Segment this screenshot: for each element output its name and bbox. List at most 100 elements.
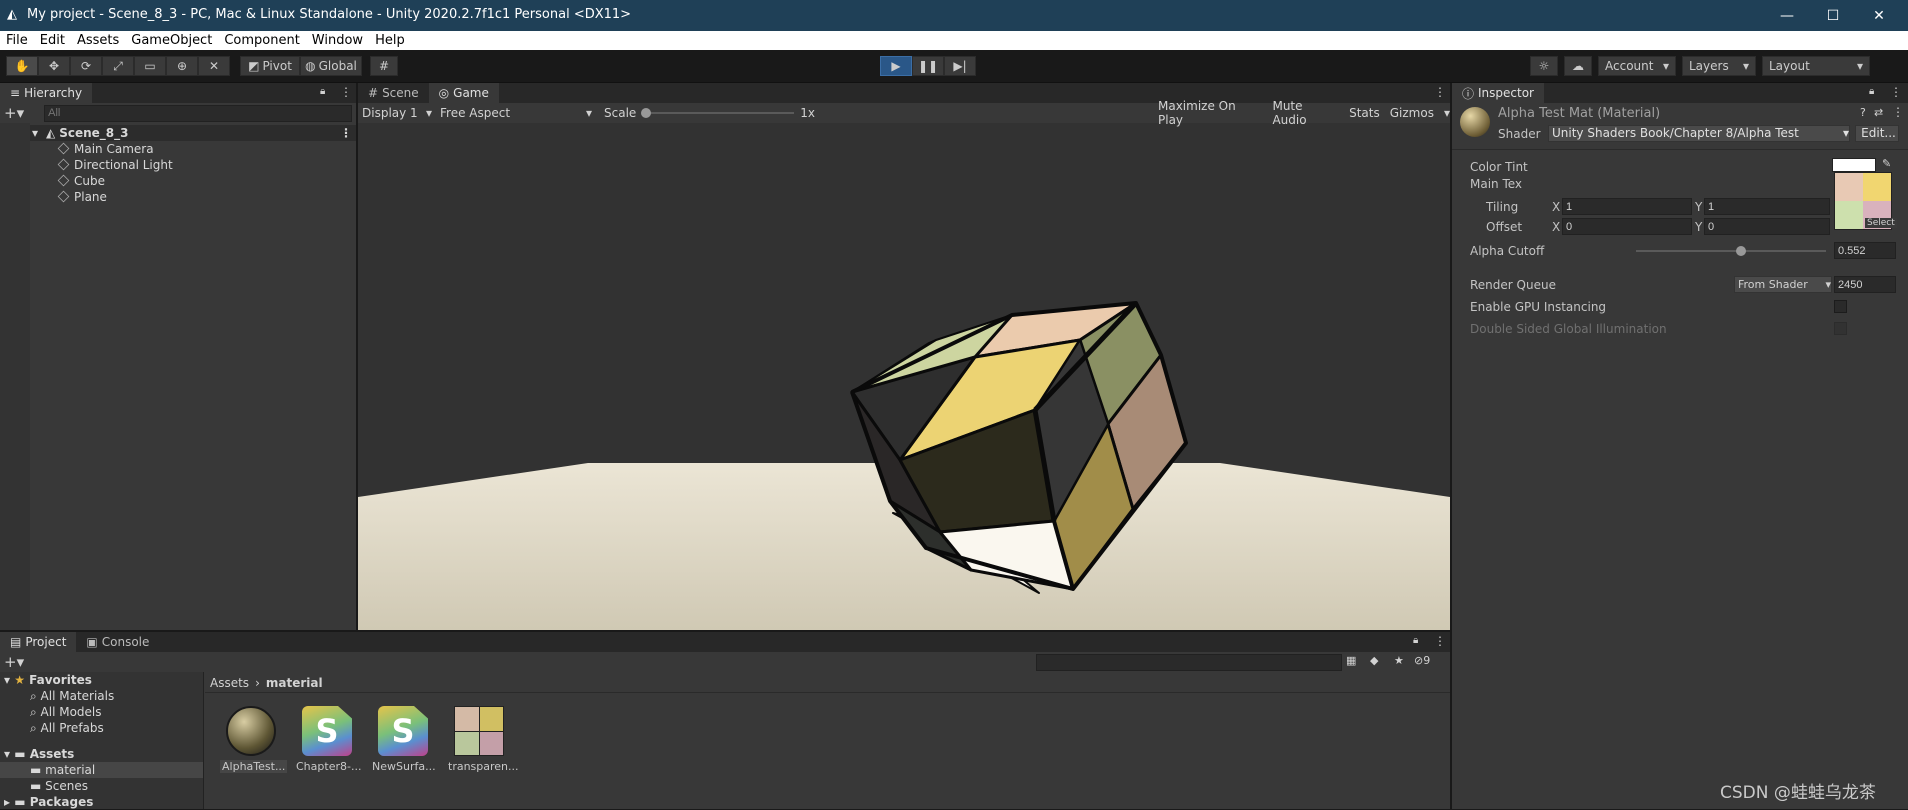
asset-transparent-texture[interactable]: transparen... [448, 706, 519, 773]
grid-snap-icon[interactable]: # [370, 56, 398, 76]
asset-chapter8-shader[interactable]: S Chapter8-... [296, 706, 361, 773]
move-tool-icon[interactable]: ✥ [38, 56, 70, 76]
create-add-icon[interactable]: +▾ [4, 104, 24, 122]
hierarchy-item-main-camera[interactable]: Main Camera [0, 141, 356, 157]
hierarchy-item-plane[interactable]: Plane [0, 189, 356, 205]
packages-row[interactable]: ▸ ▬ Packages [0, 794, 203, 810]
help-icon[interactable]: ? [1860, 106, 1866, 119]
pivot-icon: ◩ [248, 59, 260, 73]
slider-thumb[interactable] [1735, 246, 1746, 256]
close-button[interactable]: ✕ [1856, 0, 1902, 31]
global-toggle[interactable]: ◍ Global [300, 56, 362, 76]
tab-project[interactable]: ▤ Project [0, 632, 77, 652]
minimize-button[interactable]: — [1764, 0, 1810, 31]
filter-type-icon[interactable]: ▦ [1346, 654, 1356, 667]
folder-item-scenes[interactable]: ▬ Scenes [0, 778, 203, 794]
tab-inspector[interactable]: ⓘ Inspector [1452, 83, 1544, 103]
menu-window[interactable]: Window [306, 31, 369, 50]
lock-icon[interactable]: 🔒︎ [320, 86, 325, 97]
pivot-toggle[interactable]: ◩ Pivot [240, 56, 300, 76]
label-tag-icon[interactable]: ◆ [1370, 654, 1378, 667]
chevron-down-icon[interactable]: ▾ [1444, 106, 1450, 120]
gizmos-toggle[interactable]: Gizmos [1390, 106, 1434, 120]
scale-slider[interactable] [641, 108, 795, 118]
hidden-packages-icon[interactable]: ⊘9 [1414, 654, 1430, 667]
hierarchy-item-directional-light[interactable]: Directional Light [0, 157, 356, 173]
tab-game[interactable]: ◎ Game [428, 83, 499, 103]
fav-item-models[interactable]: ⌕ All Models [0, 704, 203, 720]
project-tree: ▾ ★ Favorites ⌕ All Materials ⌕ All Mode… [0, 672, 204, 809]
shader-dropdown[interactable]: Unity Shaders Book/Chapter 8/Alpha Test ▾ [1548, 125, 1850, 142]
material-title: Alpha Test Mat (Material) [1498, 106, 1661, 121]
menu-help[interactable]: Help [369, 31, 411, 50]
fav-item-prefabs[interactable]: ⌕ All Prefabs [0, 720, 203, 736]
kebab-menu-icon[interactable]: ⋮ [1434, 634, 1446, 648]
transform-tool-icon[interactable]: ⊕ [166, 56, 198, 76]
display-dropdown[interactable]: Display 1 ▾ [358, 106, 436, 120]
edit-shader-button[interactable]: Edit... [1855, 125, 1899, 142]
tiling-x-field[interactable] [1562, 198, 1692, 215]
project-search-input[interactable] [1036, 654, 1342, 671]
select-texture-button[interactable]: Select [1865, 218, 1897, 228]
layout-dropdown[interactable]: Layout ▾ [1762, 56, 1870, 76]
breadcrumb-root[interactable]: Assets [210, 676, 249, 690]
play-button[interactable]: ▶ [880, 56, 912, 76]
unity-logo-icon: ◭ [7, 7, 17, 22]
tab-scene[interactable]: # Scene [358, 83, 429, 103]
favorites-row[interactable]: ▾ ★ Favorites [0, 672, 203, 688]
menu-gameobject[interactable]: GameObject [125, 31, 218, 50]
kebab-menu-icon[interactable]: ⋮ [1434, 85, 1446, 99]
slider-thumb[interactable] [641, 108, 652, 118]
rotate-tool-icon[interactable]: ⟳ [70, 56, 102, 76]
cloud-icon[interactable]: ☁ [1564, 56, 1592, 76]
menu-file[interactable]: File [0, 31, 34, 50]
menu-component[interactable]: Component [218, 31, 305, 50]
rect-tool-icon[interactable]: ▭ [134, 56, 166, 76]
lock-icon[interactable]: 🔒︎ [1413, 635, 1418, 646]
tab-hierarchy[interactable]: ≡ Hierarchy [0, 83, 93, 103]
render-queue-field[interactable] [1834, 276, 1896, 293]
hierarchy-search-input[interactable] [44, 104, 352, 122]
custom-tool-icon[interactable]: ✕ [198, 56, 230, 76]
favorite-star-icon[interactable]: ★ [1394, 654, 1404, 667]
stats-toggle[interactable]: Stats [1349, 106, 1380, 120]
color-tint-swatch[interactable] [1832, 158, 1876, 172]
layers-dropdown[interactable]: Layers ▾ [1682, 56, 1756, 76]
kebab-menu-icon[interactable]: ⋮ [1890, 85, 1902, 99]
aspect-dropdown[interactable]: Free Aspect ▾ [436, 106, 596, 120]
scale-tool-icon[interactable]: ⤢ [102, 56, 134, 76]
gpu-instancing-checkbox[interactable] [1834, 300, 1847, 313]
menu-assets[interactable]: Assets [71, 31, 125, 50]
breadcrumb-current[interactable]: material [266, 676, 323, 690]
maximize-button[interactable]: ☐ [1810, 0, 1856, 31]
assets-row[interactable]: ▾ ▬ Assets [0, 746, 203, 762]
menu-edit[interactable]: Edit [34, 31, 71, 50]
preset-icon[interactable]: ⇄ [1874, 106, 1883, 119]
eyedropper-icon[interactable]: ✎ [1882, 157, 1891, 170]
create-add-icon[interactable]: +▾ [4, 653, 24, 671]
fav-item-materials[interactable]: ⌕ All Materials [0, 688, 203, 704]
asset-alphatest-material[interactable]: AlphaTest... [220, 706, 288, 773]
asset-newsurface-shader[interactable]: S NewSurfa... [372, 706, 436, 773]
step-button[interactable]: ▶| [944, 56, 976, 76]
folder-item-material[interactable]: ▬ material [0, 762, 203, 778]
pause-button[interactable]: ❚❚ [912, 56, 944, 76]
kebab-menu-icon[interactable]: ⋮ [340, 85, 352, 99]
render-queue-dropdown[interactable]: From Shader ▾ [1734, 276, 1832, 293]
tiling-y-field[interactable] [1704, 198, 1830, 215]
lock-icon[interactable]: 🔒︎ [1869, 86, 1874, 97]
mute-audio-toggle[interactable]: Mute Audio [1272, 99, 1339, 127]
kebab-menu-icon[interactable]: ⋮ [340, 125, 352, 141]
hand-tool-icon[interactable]: ✋ [6, 56, 38, 76]
kebab-menu-icon[interactable]: ⋮ [1892, 105, 1904, 119]
scene-row[interactable]: ▾ ◭ Scene_8_3 ⋮ [0, 125, 356, 141]
offset-x-field[interactable] [1562, 218, 1692, 235]
tab-console[interactable]: ▣ Console [76, 632, 159, 652]
account-dropdown[interactable]: Account ▾ [1598, 56, 1676, 76]
maximize-on-play-toggle[interactable]: Maximize On Play [1158, 99, 1262, 127]
services-icon[interactable]: ☼ [1530, 56, 1558, 76]
hierarchy-item-cube[interactable]: Cube [0, 173, 356, 189]
offset-y-field[interactable] [1704, 218, 1830, 235]
alpha-cutoff-slider[interactable] [1636, 246, 1826, 256]
alpha-cutoff-field[interactable] [1834, 242, 1896, 259]
